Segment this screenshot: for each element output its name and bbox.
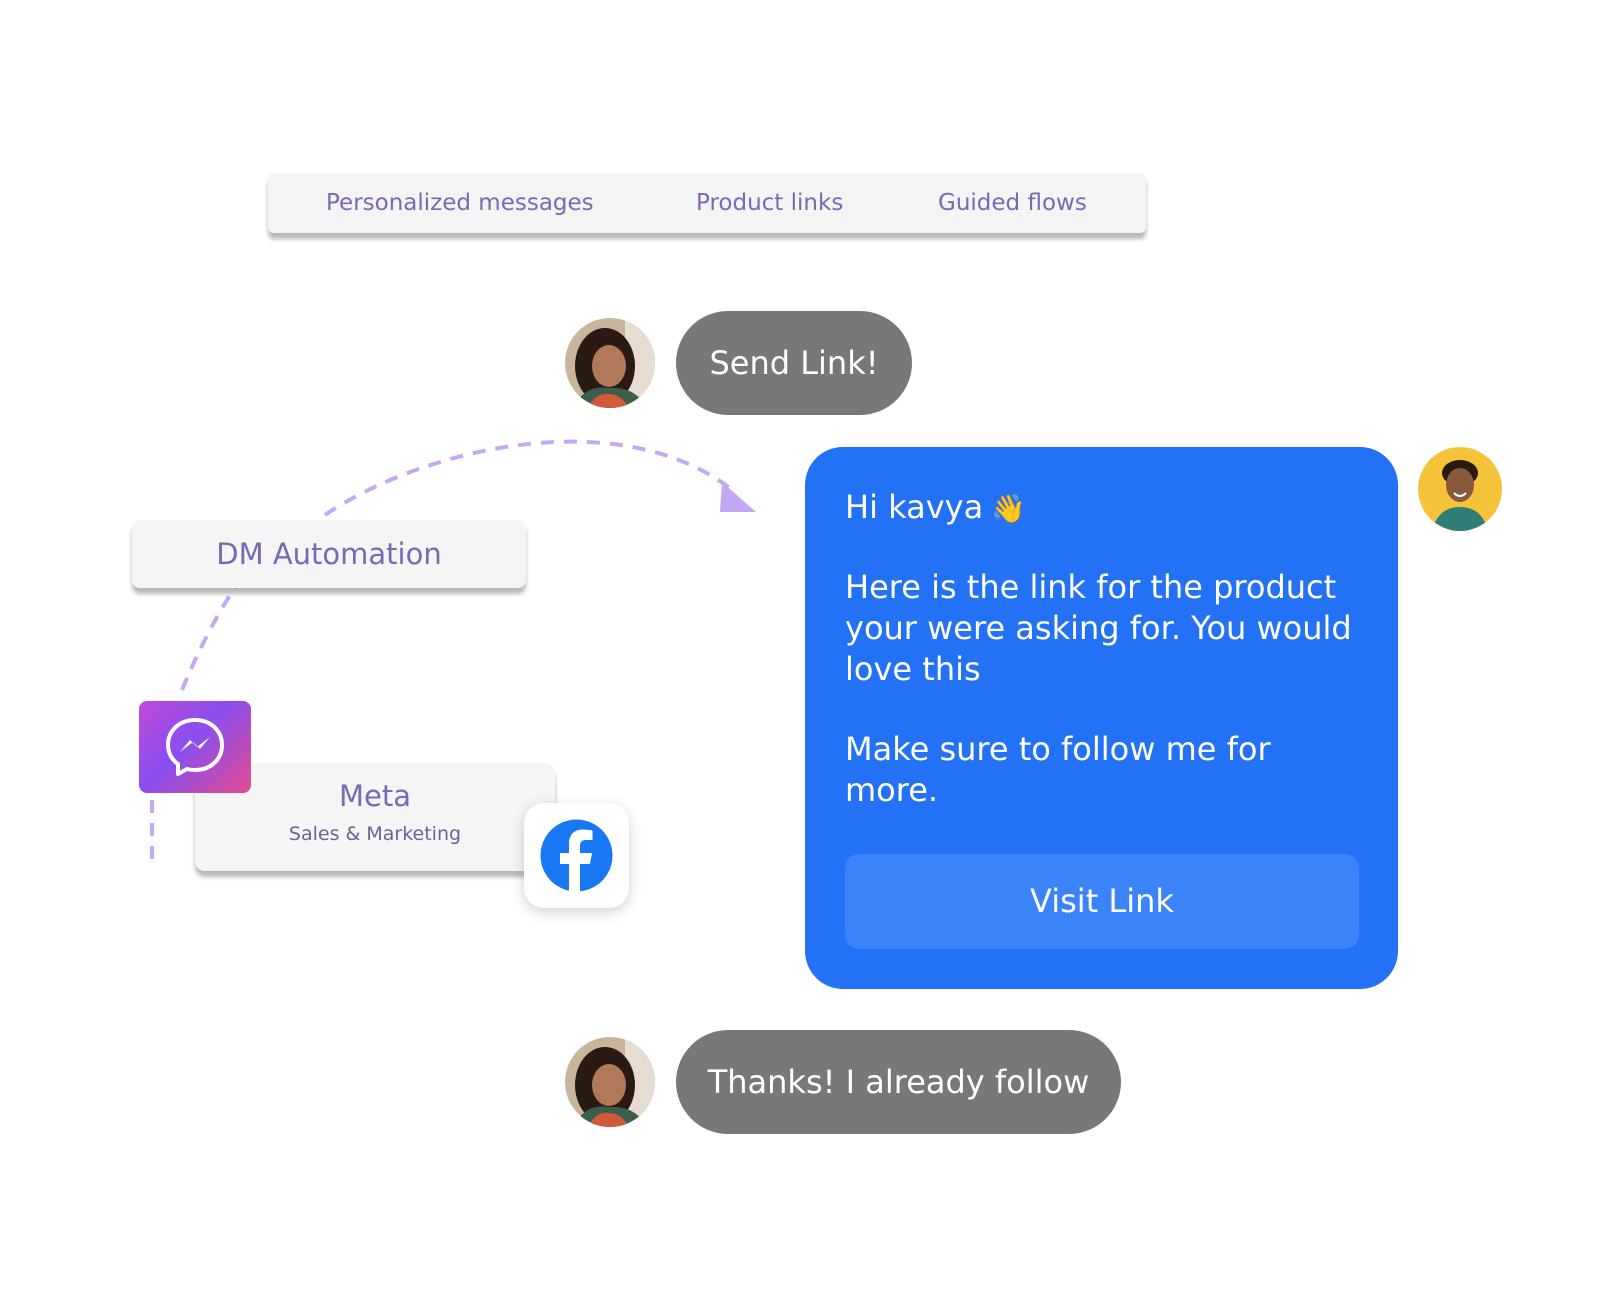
customer-avatar [565, 1037, 655, 1127]
facebook-icon [524, 803, 629, 908]
reply-greeting: Hi kavya [845, 488, 984, 526]
automated-reply-card: Hi kavya 👋 Here is the link for the produ… [805, 447, 1398, 989]
wave-icon: 👋 [991, 492, 1027, 525]
dm-automation-label: DM Automation [132, 520, 526, 588]
tab-personalized-messages[interactable]: Personalized messages [326, 173, 594, 233]
reply-body: Here is the link for the product your we… [845, 568, 1352, 688]
customer-message-send-link: Send Link! [676, 311, 912, 415]
customer-avatar [565, 318, 655, 408]
tab-product-links[interactable]: Product links [696, 173, 843, 233]
integration-subtitle: Sales & Marketing [288, 823, 462, 845]
feature-tab-bar: Personalized messages Product links Guid… [268, 173, 1146, 233]
tab-guided-flows[interactable]: Guided flows [938, 173, 1087, 233]
customer-message-thanks: Thanks! I already follow [676, 1030, 1121, 1134]
connector-arrowhead [720, 482, 756, 512]
messenger-icon [139, 701, 251, 793]
visit-link-button[interactable]: Visit Link [845, 854, 1359, 949]
reply-follow-line: Make sure to follow me for more. [845, 730, 1271, 809]
sender-avatar [1418, 447, 1502, 531]
